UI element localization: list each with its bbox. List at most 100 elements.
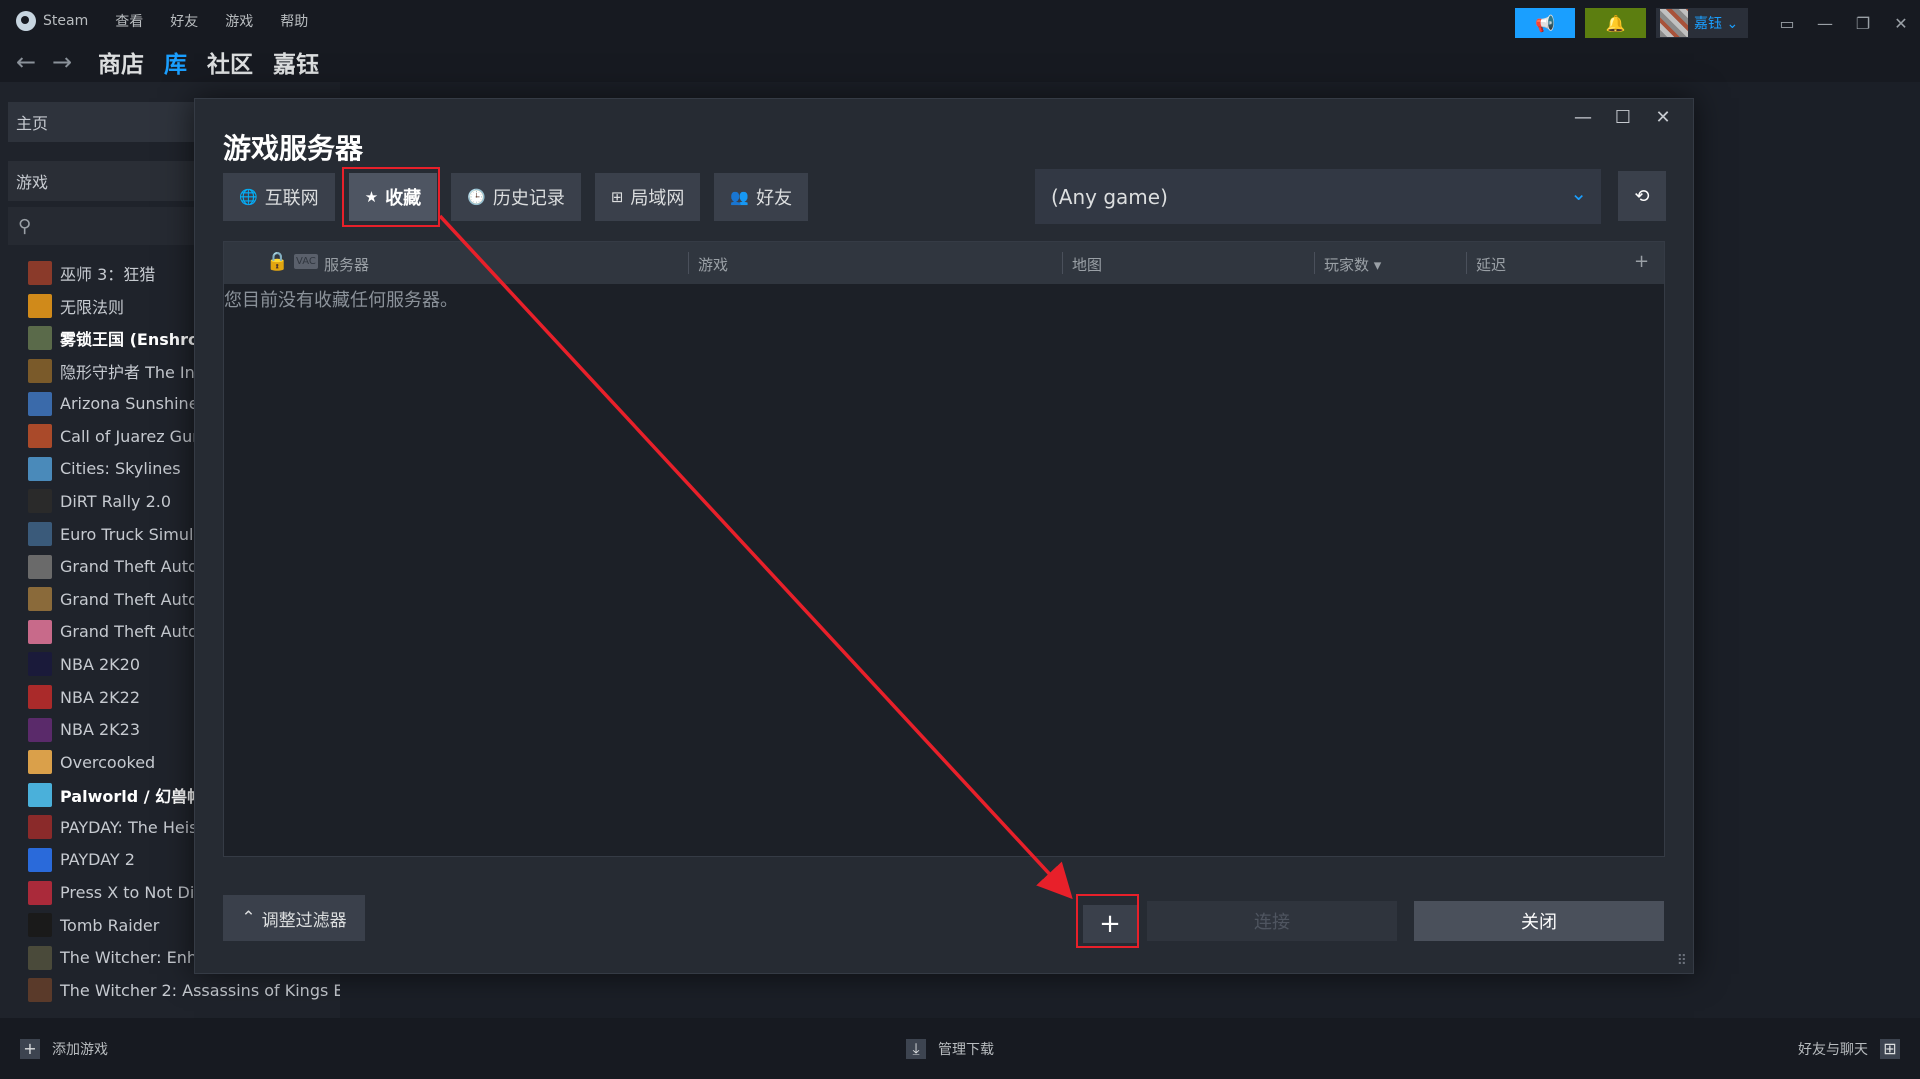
sidebar-game-label: DiRT Rally 2.0 (60, 491, 172, 511)
tab-friends[interactable]: 👥 好友 (714, 173, 809, 221)
sidebar-game-label: 无限法则 (60, 297, 125, 317)
menu-steam[interactable]: Steam (16, 11, 88, 31)
bell-icon: 🔔 (1605, 13, 1626, 33)
column-latency[interactable]: 延迟 (1476, 254, 1506, 275)
friends-chat-button[interactable]: 好友与聊天 ⊞ (1798, 1038, 1900, 1059)
status-bar: + 添加游戏 ⤓ 管理下载 好友与聊天 ⊞ (0, 1018, 1920, 1079)
add-game-label: 添加游戏 (52, 1041, 108, 1058)
back-arrow-icon[interactable]: ← (16, 48, 42, 76)
friends-icon: 👥 (730, 188, 750, 206)
friends-chat-label: 好友与聊天 (1798, 1041, 1868, 1058)
title-bar: Steam 查看 好友 游戏 帮助 📢 🔔 嘉钰 ⌄ ▭ — ❐ ✕ (0, 0, 1920, 42)
column-server[interactable]: 服务器 (324, 254, 369, 275)
game-thumbnail-icon (28, 293, 52, 318)
user-name: 嘉钰 ⌄ (1694, 16, 1739, 32)
menu-games[interactable]: 游戏 (225, 11, 253, 31)
nav-tab-library[interactable]: 库 (164, 45, 187, 85)
sidebar-game-label: Cities: Skylines (60, 459, 181, 479)
server-tabs: 🌐 互联网 ★ 收藏 🕒 历史记录 ⊞ 局域网 👥 好友 (223, 173, 822, 221)
close-icon[interactable]: ✕ (1882, 14, 1920, 33)
menu-view[interactable]: 查看 (115, 11, 143, 31)
column-divider[interactable] (1062, 252, 1063, 274)
nav-tab-community[interactable]: 社区 (207, 45, 253, 79)
sidebar-game-label: The Witcher 2: Assassins of Kings Enhanc… (60, 980, 340, 1000)
game-thumbnail-icon (28, 359, 52, 384)
game-thumbnail-icon (28, 489, 52, 514)
sidebar-game-label: Overcooked (60, 752, 156, 772)
nav-tab-profile[interactable]: 嘉钰 (273, 45, 319, 79)
refresh-icon: ⟲ (1634, 185, 1650, 207)
menu-help[interactable]: 帮助 (280, 11, 308, 31)
sidebar-game-label: PAYDAY: The Heist (60, 817, 204, 837)
game-thumbnail-icon (28, 880, 52, 905)
table-header: 🔒 VAC 服务器 游戏 地图 玩家数 ▾ 延迟 + (224, 242, 1664, 284)
refresh-button[interactable]: ⟲ (1618, 171, 1666, 221)
dialog-maximize-icon[interactable]: ☐ (1603, 107, 1643, 128)
game-thumbnail-icon (28, 522, 52, 547)
big-picture-icon[interactable]: ▭ (1768, 14, 1806, 33)
adjust-filters-button[interactable]: ⌃ 调整过滤器 (223, 895, 365, 941)
forward-arrow-icon[interactable]: → (52, 48, 78, 76)
add-game-button[interactable]: + 添加游戏 (20, 1038, 108, 1059)
column-divider[interactable] (1466, 252, 1467, 274)
connect-button[interactable]: 连接 (1147, 901, 1397, 941)
search-icon: ⚲ (18, 215, 32, 237)
game-thumbnail-icon (28, 978, 52, 1003)
tab-lan[interactable]: ⊞ 局域网 (594, 173, 701, 221)
chevron-down-icon: ⌄ (1570, 181, 1587, 205)
chat-icon: ⊞ (1880, 1038, 1900, 1059)
dialog-close-icon[interactable]: ✕ (1643, 107, 1683, 128)
adjust-filters-label: 调整过滤器 (261, 910, 347, 931)
nav-tab-store[interactable]: 商店 (98, 45, 144, 79)
column-players[interactable]: 玩家数 ▾ (1324, 254, 1381, 275)
minimize-icon[interactable]: — (1806, 14, 1844, 33)
add-column-icon[interactable]: + (1634, 251, 1649, 272)
game-filter-dropdown[interactable]: (Any game) ⌄ (1035, 169, 1601, 224)
avatar (1660, 9, 1688, 37)
game-thumbnail-icon (28, 717, 52, 742)
megaphone-icon: 📢 (1535, 13, 1555, 33)
restore-icon[interactable]: ❐ (1844, 14, 1882, 33)
tab-history-label: 历史记录 (492, 188, 565, 209)
clock-icon: 🕒 (467, 188, 486, 206)
game-thumbnail-icon (28, 261, 52, 286)
chevron-up-icon: ⌃ (241, 908, 256, 928)
close-button[interactable]: 关闭 (1414, 901, 1664, 941)
game-thumbnail-icon (28, 554, 52, 579)
game-thumbnail-icon (28, 945, 52, 970)
download-icon: ⤓ (906, 1038, 926, 1059)
favorites-tab-highlight (342, 167, 440, 227)
vac-shield-icon: VAC (294, 254, 318, 269)
globe-icon: 🌐 (239, 188, 258, 206)
column-map[interactable]: 地图 (1072, 254, 1102, 275)
game-thumbnail-icon (28, 847, 52, 872)
manage-downloads-button[interactable]: ⤓ 管理下载 (906, 1038, 994, 1059)
notifications-button[interactable]: 🔔 (1585, 8, 1646, 38)
sidebar-game-label: Press X to Not Die (60, 883, 205, 903)
game-filter-value: (Any game) (1051, 184, 1168, 209)
game-thumbnail-icon (28, 782, 52, 807)
sidebar-game-item[interactable]: The Witcher 2: Assassins of Kings Enhanc… (0, 974, 340, 1007)
game-thumbnail-icon (28, 815, 52, 840)
resize-grip-icon[interactable]: ⠿ (1677, 953, 1687, 969)
game-thumbnail-icon (28, 424, 52, 449)
column-game[interactable]: 游戏 (698, 254, 728, 275)
announcements-button[interactable]: 📢 (1515, 8, 1575, 38)
game-thumbnail-icon (28, 913, 52, 938)
user-menu[interactable]: 嘉钰 ⌄ (1656, 8, 1748, 38)
menu-friends[interactable]: 好友 (170, 11, 198, 31)
sidebar-game-label: NBA 2K23 (60, 720, 141, 740)
steam-logo-icon (16, 11, 36, 31)
manage-downloads-label: 管理下载 (938, 1041, 994, 1058)
column-divider[interactable] (1314, 252, 1315, 274)
sidebar-game-label: NBA 2K22 (60, 687, 141, 707)
empty-favorites-message: 您目前没有收藏任何服务器。 (224, 290, 458, 311)
tab-internet[interactable]: 🌐 互联网 (223, 173, 335, 221)
server-table: 🔒 VAC 服务器 游戏 地图 玩家数 ▾ 延迟 + 您目前没有收藏任何服务器。 (223, 241, 1665, 857)
tab-history[interactable]: 🕒 历史记录 (451, 173, 581, 221)
column-divider[interactable] (688, 252, 689, 274)
dialog-minimize-icon[interactable]: — (1563, 107, 1603, 128)
game-thumbnail-icon (28, 587, 52, 612)
game-thumbnail-icon (28, 750, 52, 775)
tab-lan-label: 局域网 (630, 188, 685, 209)
